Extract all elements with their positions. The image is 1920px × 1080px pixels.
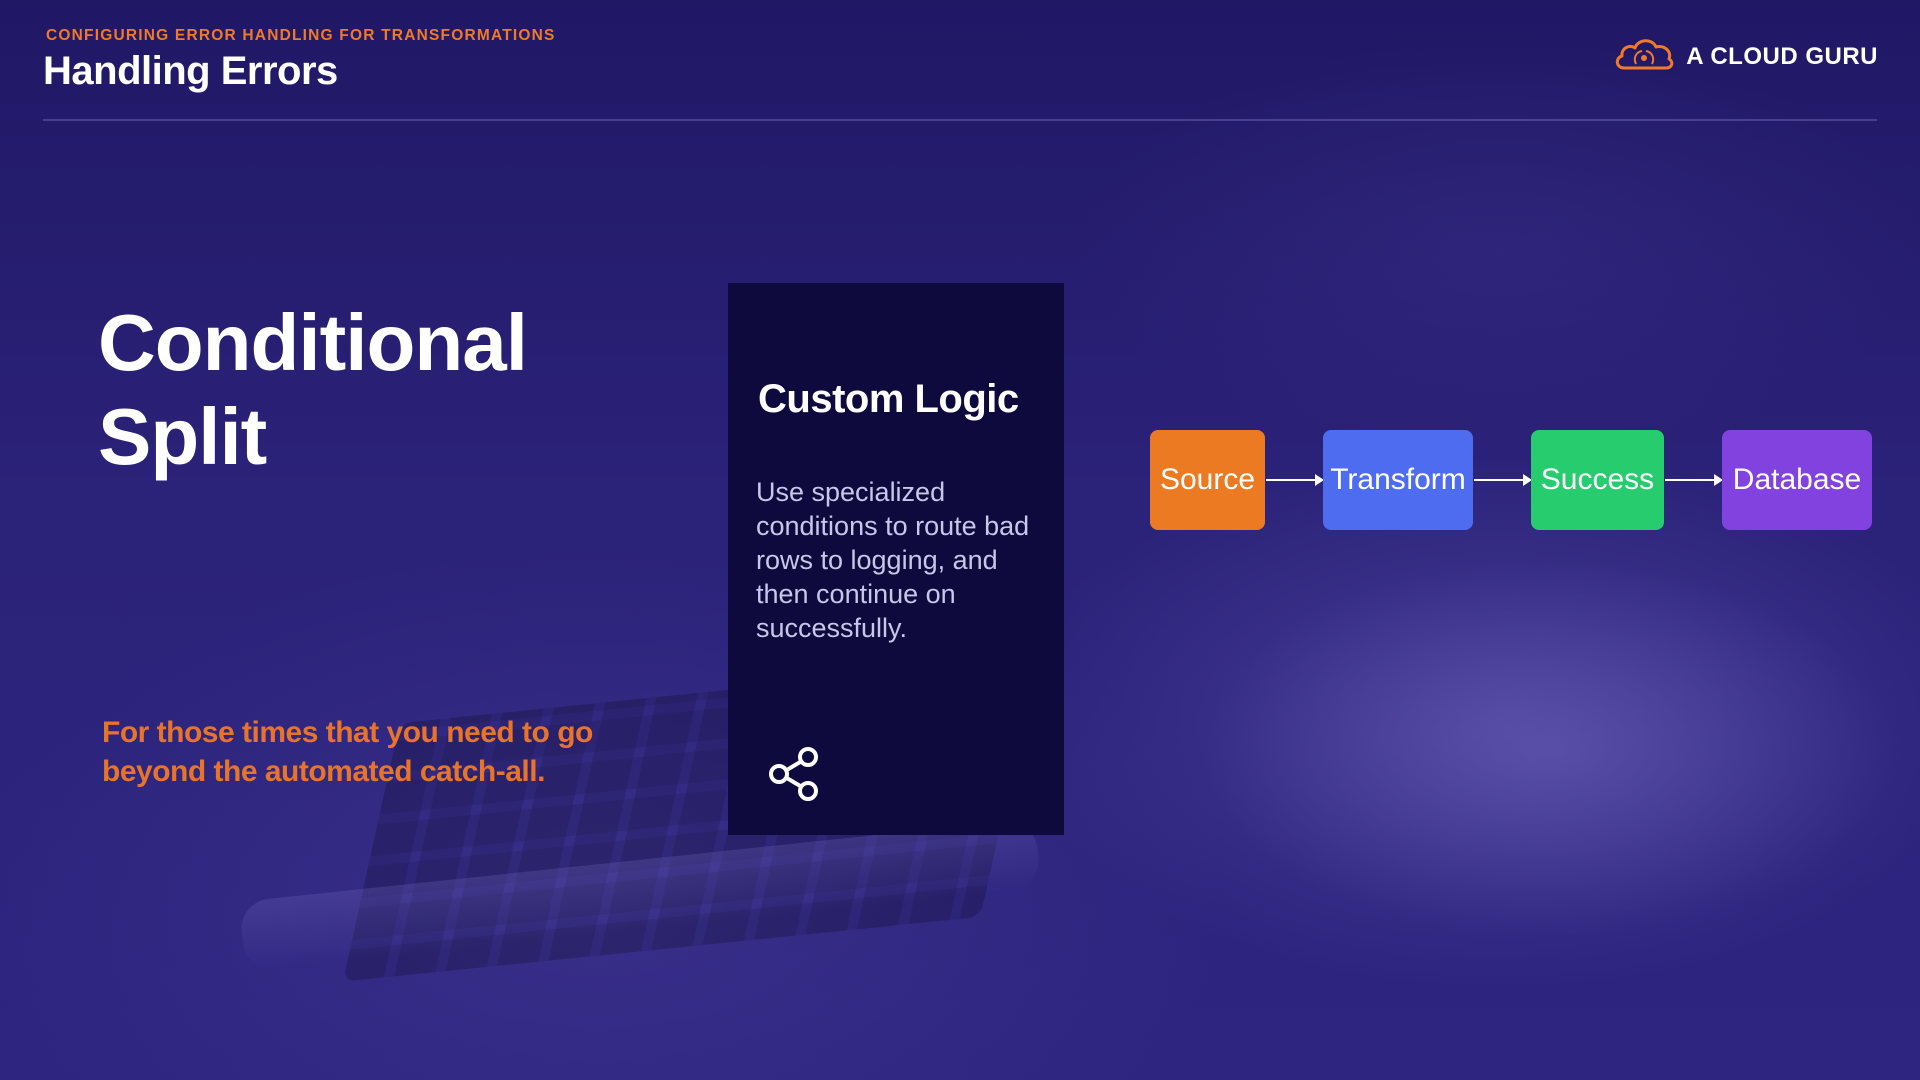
section-subtitle: CONFIGURING ERROR HANDLING FOR TRANSFORM…: [46, 27, 556, 44]
custom-logic-card: Custom Logic Use specialized conditions …: [728, 283, 1064, 835]
card-title: Custom Logic: [758, 377, 1019, 421]
background-hand: [1200, 560, 1900, 940]
flow-step-success: Success: [1531, 430, 1664, 530]
header-divider: [43, 119, 1877, 121]
page-title: Handling Errors: [43, 49, 338, 93]
slide-tagline: For those times that you need to go beyo…: [102, 716, 593, 788]
cloud-logo-icon: [1612, 34, 1676, 79]
share-icon: [766, 746, 822, 807]
flow-arrow: [1474, 474, 1532, 486]
flow-step-source: Source: [1150, 430, 1265, 530]
flow-arrow: [1266, 474, 1324, 486]
slide-heading: Conditional Split: [98, 296, 528, 484]
brand-logo: A CLOUD GURU: [1612, 34, 1878, 79]
flow-step-label: Source: [1159, 463, 1256, 496]
slide-heading-line-1: Conditional: [98, 298, 528, 387]
flow-step-label: Database: [1732, 463, 1862, 496]
flow-step-transform: Transform: [1323, 430, 1473, 530]
brand-name: A CLOUD GURU: [1686, 42, 1878, 70]
pipeline-flow: Source Transform Success Database: [1150, 430, 1872, 530]
flow-step-label: Success: [1540, 463, 1655, 496]
flow-arrow: [1665, 474, 1723, 486]
slide-heading-line-2: Split: [98, 392, 267, 481]
flow-step-label: Transform: [1330, 463, 1466, 496]
flow-step-database: Database: [1722, 430, 1872, 530]
card-description: Use specialized conditions to route bad …: [756, 477, 1030, 643]
